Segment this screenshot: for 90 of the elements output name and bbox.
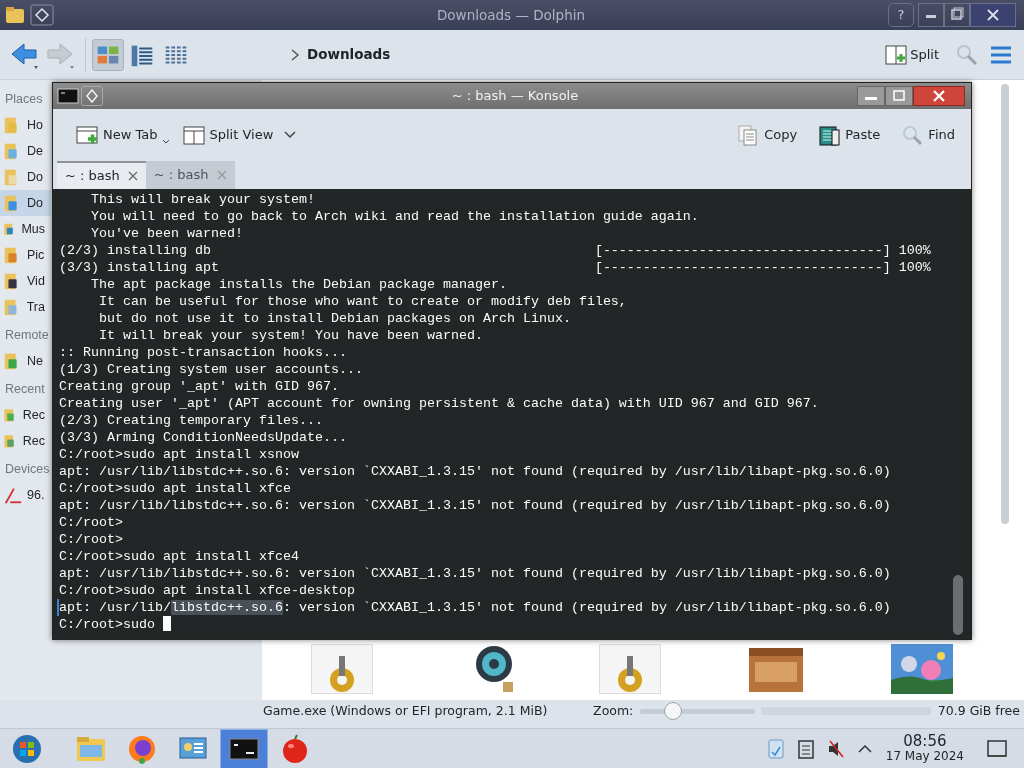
gear-file-icon[interactable]: [311, 644, 373, 694]
chevron-icon: [289, 48, 300, 61]
section-heading: Recent: [4, 381, 46, 398]
sidebar-item[interactable]: Do: [0, 190, 51, 216]
terminal-line: apt: /usr/lib/libstdc++.so.6: version `CXXABI_1.3.15' not found (required by /usr/lib/libapt-pkg.so.6.0): [57, 599, 953, 616]
minimize-button[interactable]: [918, 3, 944, 27]
terminal-line: apt: /usr/lib/libstdc++.so.6: version `CXXABI_1.3.15' not found (required by /usr/lib/libapt-pkg.so.6.0): [58, 565, 892, 582]
icons-view-button[interactable]: [91, 38, 124, 71]
split-button[interactable]: Split View: [175, 120, 304, 150]
terminal-tab[interactable]: ~ : bash: [145, 161, 235, 189]
sidebar-item[interactable]: Rec: [0, 402, 51, 428]
terminal-line: It can be useful for those who want to create or modify deb files,: [98, 293, 628, 310]
terminal-line: C:/root>sudo apt install xfce4: [58, 548, 300, 565]
terminal-tab[interactable]: ~ : bash: [57, 161, 146, 189]
terminal-line: C:/root>sudo: [57, 616, 953, 633]
breadcrumb-item[interactable]: Downloads: [306, 43, 392, 66]
free-space-text: 70.9 GiB free: [937, 701, 1020, 720]
scrollbar[interactable]: [1001, 84, 1009, 524]
section-heading: Places: [4, 91, 44, 108]
terminal-line: (3/3) Arming ConditionNeedsUpdate...: [58, 429, 348, 446]
terminal-icon: [57, 87, 79, 105]
terminal-line: (2/3) installing db [-----------------------------------] 100%: [58, 242, 932, 259]
sidebar-item[interactable]: Pic: [0, 242, 51, 268]
minimize-button[interactable]: [857, 86, 885, 106]
close-button[interactable]: [970, 3, 1016, 27]
terminal-line: The apt package installs the Debian package manager.: [90, 276, 508, 293]
sidebar-item[interactable]: Ho: [0, 112, 51, 138]
terminal-line: C:/root>: [58, 514, 124, 531]
clock-time: 08:56: [903, 734, 947, 751]
window-menu-icon[interactable]: [81, 86, 103, 106]
sidebar-item[interactable]: Do: [0, 164, 51, 190]
restore-button[interactable]: [944, 3, 970, 27]
scrollbar[interactable]: [953, 575, 963, 635]
sidebar-item[interactable]: Mus: [0, 216, 51, 242]
find-button[interactable]: Find: [894, 120, 961, 150]
section-heading: Remote: [4, 327, 50, 344]
new-tab-icon: [75, 124, 99, 146]
status-text: Game.exe (Windows or EFI program, 2.1 MiB): [263, 701, 548, 720]
terminal-line: C:/root>sudo apt install xsnow: [58, 446, 300, 463]
new-tab-button[interactable]: New Tab: [69, 120, 176, 150]
terminal-line: This will break your system!: [90, 191, 316, 208]
sidebar-item[interactable]: Tra: [0, 294, 51, 320]
sidebar-item[interactable]: De: [0, 138, 51, 164]
maximize-button[interactable]: [885, 86, 913, 106]
paste-icon: [817, 124, 842, 146]
gear-file-icon[interactable]: [599, 644, 661, 694]
terminal-line: but do not use it to install Debian packages on Arch Linux.: [98, 310, 572, 327]
close-button[interactable]: [913, 86, 965, 106]
sidebar-item[interactable]: Rec: [0, 428, 51, 454]
section-heading: Devices: [4, 461, 51, 478]
drive-icon: [3, 485, 23, 505]
terminal-line: C:/root>sudo apt install xfce-desktop: [58, 582, 356, 599]
find-icon: [900, 124, 925, 146]
zoom-slider[interactable]: [664, 701, 683, 720]
window-title: Downloads — Dolphin: [435, 5, 587, 25]
caret-icon: [283, 130, 298, 140]
clock-date: 17 May 2024: [885, 750, 964, 763]
terminal-line: C:/root>sudo apt install xfce: [58, 480, 292, 497]
sidebar-item[interactable]: Vid: [0, 268, 51, 294]
terminal-line: Creating group '_apt' with GID 967.: [58, 378, 340, 395]
split-button[interactable]: Split: [883, 42, 940, 67]
terminal-line: apt: /usr/lib/libstdc++.so.6: version `CXXABI_1.3.15' not found (required by /usr/lib/libapt-pkg.so.6.0): [58, 497, 892, 514]
show-desktop-icon[interactable]: [986, 737, 1008, 760]
terminal-line: You will need to go back to Arch wiki and read the installation guide again.: [90, 208, 700, 225]
close-icon[interactable]: [127, 171, 138, 181]
terminal-line: It will break your system! You have been warned.: [98, 327, 484, 344]
terminal-line: apt: /usr/lib/libstdc++.so.6: version `CXXABI_1.3.15' not found (required by /usr/lib/libapt-pkg.so.6.0): [58, 463, 892, 480]
taskbar-button[interactable]: [220, 728, 268, 768]
split-view-icon: [884, 43, 907, 66]
terminal-line: Creating user '_apt' (APT account for owning persistent & cache data) with UID 967 and GID 967.: [58, 395, 820, 412]
window-menu-icon[interactable]: [30, 4, 54, 26]
folder-icon: [4, 5, 26, 25]
terminal-line: (2/3) Creating temporary files...: [58, 412, 324, 429]
notes-icon[interactable]: [765, 737, 786, 760]
start-logo-icon: [11, 732, 43, 765]
caret-icon: [161, 138, 170, 146]
window-title: ~ : bash — Konsole: [450, 87, 580, 106]
terminal-line: (1/3) Creating system user accounts...: [58, 361, 364, 378]
clipboard-icon[interactable]: [795, 737, 816, 760]
split-icon: [181, 124, 206, 146]
terminal-line: (3/3) installing apt [-----------------------------------] 100%: [58, 259, 932, 276]
sidebar-item[interactable]: Ne: [0, 348, 51, 374]
terminal-line: :: Running post-transaction hooks...: [58, 344, 348, 361]
help-button[interactable]: ?: [888, 3, 914, 27]
terminal-line: You've been warned!: [90, 225, 244, 242]
paste-button[interactable]: Paste: [811, 120, 887, 150]
terminal-line: C:/root>: [58, 531, 124, 548]
zoom-label: Zoom:: [593, 701, 634, 720]
copy-button[interactable]: Copy: [730, 120, 804, 150]
sidebar-item[interactable]: 96.: [0, 482, 51, 508]
